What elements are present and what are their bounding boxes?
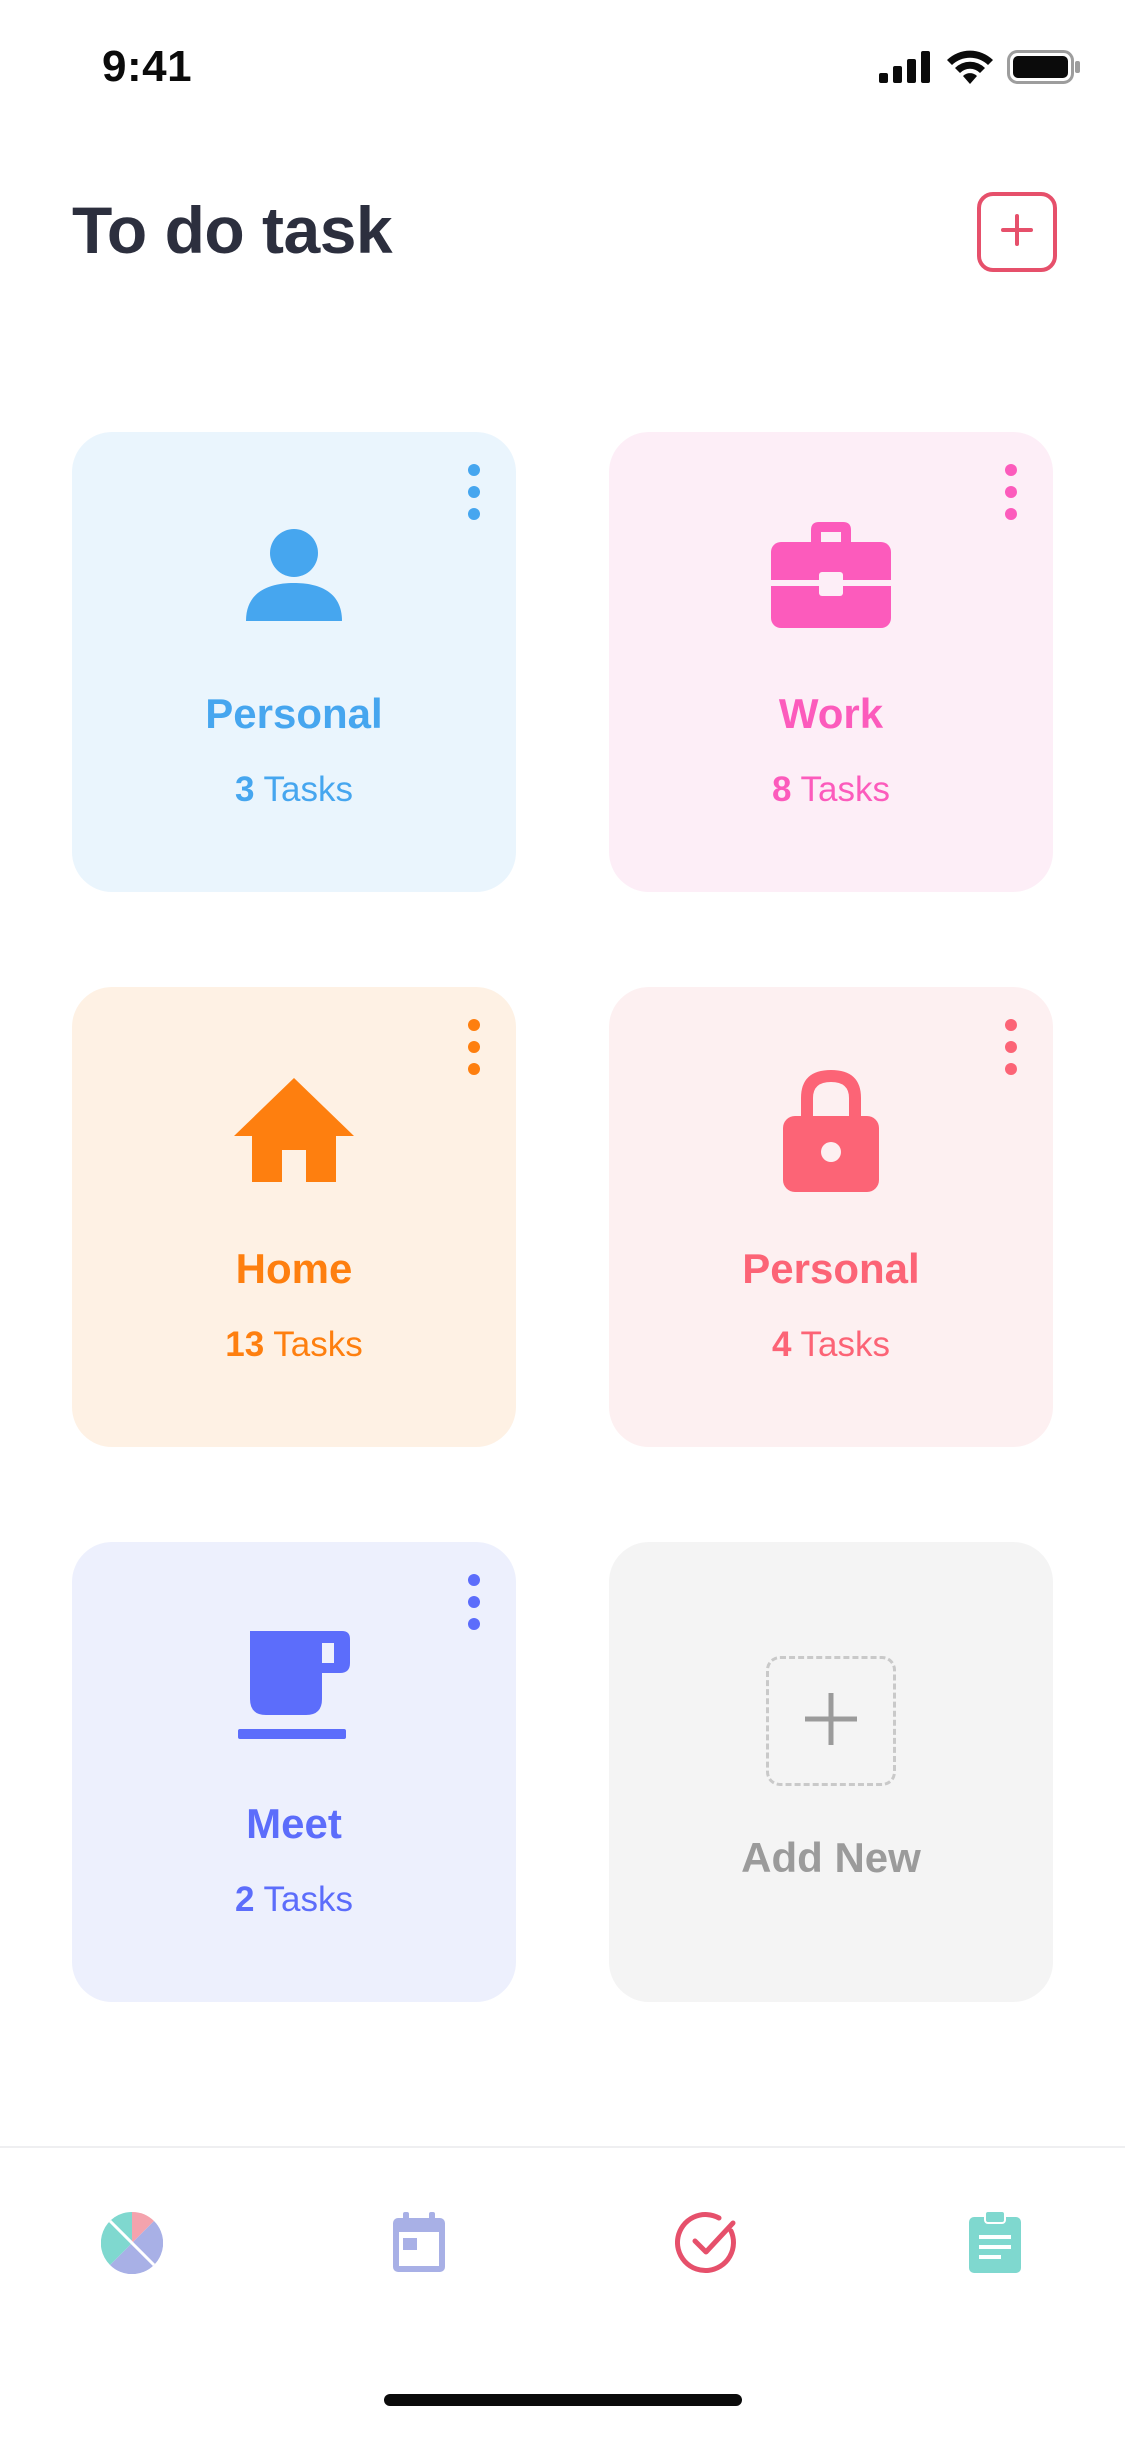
- task-count-number: 2: [234, 1880, 255, 1919]
- task-count-number: 8: [771, 770, 792, 809]
- add-new-box[interactable]: [766, 1656, 896, 1786]
- more-options-icon[interactable]: [462, 464, 486, 520]
- card-title: Home: [235, 1245, 353, 1292]
- home-indicator: [384, 2394, 742, 2406]
- more-options-icon[interactable]: [462, 1574, 486, 1630]
- category-card-meet[interactable]: Meet 2 Tasks: [72, 1542, 516, 2002]
- nav-calendar[interactable]: [384, 2210, 454, 2280]
- task-count-suffix: Tasks: [800, 770, 891, 809]
- house-icon: [229, 1065, 359, 1195]
- person-icon: [229, 510, 359, 640]
- lock-icon: [766, 1065, 896, 1195]
- status-icons: [879, 50, 1081, 89]
- card-title: Personal: [205, 690, 383, 737]
- check-circle-icon: [675, 2211, 739, 2280]
- card-task-count: 4 Tasks: [609, 1325, 1053, 1365]
- task-count-suffix: Tasks: [263, 770, 354, 809]
- card-task-count: 13 Tasks: [72, 1325, 516, 1365]
- category-card-personal-lock[interactable]: Personal 4 Tasks: [609, 987, 1053, 1447]
- status-time: 9:41: [102, 42, 193, 91]
- nav-tasks[interactable]: [672, 2210, 742, 2280]
- plus-icon: [803, 1691, 859, 1752]
- more-options-icon[interactable]: [999, 1019, 1023, 1075]
- add-new-card[interactable]: Add New: [609, 1542, 1053, 2002]
- card-task-count: 3 Tasks: [72, 770, 516, 810]
- nav-notes[interactable]: [960, 2209, 1030, 2280]
- task-count-suffix: Tasks: [263, 1880, 354, 1919]
- add-new-label: Add New: [741, 1834, 921, 1881]
- card-task-count: 2 Tasks: [72, 1880, 516, 1920]
- category-card-personal[interactable]: Personal 3 Tasks: [72, 432, 516, 892]
- more-options-icon[interactable]: [999, 464, 1023, 520]
- clipboard-icon: [967, 2209, 1023, 2280]
- page-title: To do task: [72, 193, 393, 267]
- plus-icon: [999, 212, 1035, 253]
- briefcase-icon: [766, 510, 896, 640]
- category-card-home[interactable]: Home 13 Tasks: [72, 987, 516, 1447]
- card-title: Meet: [246, 1800, 342, 1847]
- more-options-icon[interactable]: [462, 1019, 486, 1075]
- category-card-work[interactable]: Work 8 Tasks: [609, 432, 1053, 892]
- nav-dashboard[interactable]: [97, 2210, 167, 2280]
- calendar-icon: [391, 2211, 447, 2279]
- card-title: Personal: [742, 1245, 920, 1292]
- task-count-number: 3: [234, 770, 255, 809]
- coffee-cup-icon: [229, 1620, 359, 1750]
- battery-icon: [1007, 50, 1081, 89]
- header-add-button[interactable]: [977, 192, 1057, 272]
- task-count-suffix: Tasks: [273, 1325, 363, 1364]
- dashboard-pie-icon: [100, 2211, 164, 2279]
- card-task-count: 8 Tasks: [609, 770, 1053, 810]
- status-bar: 9:41: [0, 0, 1125, 132]
- task-count-number: 13: [225, 1325, 265, 1364]
- cellular-signal-icon: [879, 51, 933, 88]
- task-count-suffix: Tasks: [800, 1325, 891, 1364]
- card-title: Work: [778, 690, 884, 737]
- task-count-number: 4: [771, 1325, 792, 1364]
- wifi-icon: [947, 50, 993, 89]
